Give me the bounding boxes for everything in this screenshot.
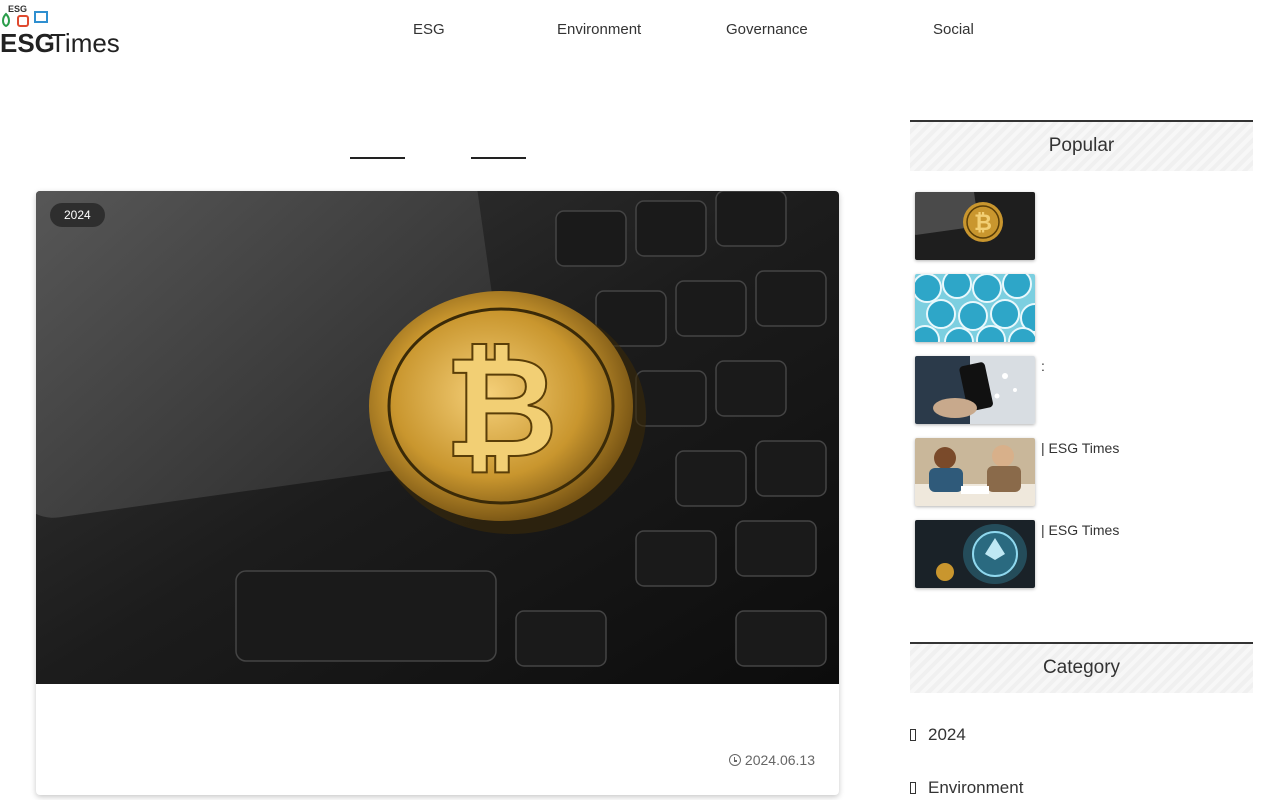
esg-logo-icon: ESG Times <box>0 11 120 56</box>
section-heading <box>350 146 526 168</box>
article-date-text: 2024.06.13 <box>744 752 815 768</box>
popular-thumbnail: ₿ <box>915 192 1035 260</box>
folder-icon <box>910 729 916 741</box>
heading-divider-right <box>471 157 526 159</box>
popular-thumbnail <box>915 520 1035 588</box>
popular-item[interactable] <box>915 274 1253 342</box>
logo-esg-text: ESG <box>0 28 55 56</box>
category-item-environment[interactable]: Environment <box>910 778 1023 798</box>
popular-item[interactable]: ₿ <box>915 192 1253 260</box>
svg-text:₿: ₿ <box>444 327 558 490</box>
clock-icon <box>728 754 741 766</box>
logo-times-text: Times <box>50 28 120 56</box>
category-widget-heading: Category <box>910 642 1253 693</box>
popular-thumbnail <box>915 438 1035 506</box>
category-item-label: Environment <box>928 778 1024 797</box>
site-logo[interactable]: ESG Times <box>0 8 130 56</box>
nav-item-governance[interactable]: Governance <box>726 18 808 42</box>
popular-item-title[interactable]: : <box>1041 356 1253 377</box>
popular-item[interactable]: | ESG Times <box>915 520 1253 588</box>
popular-item-title[interactable]: | ESG Times <box>1041 438 1253 459</box>
category-item-label: 2024 <box>928 725 966 744</box>
popular-widget-heading: Popular <box>910 120 1253 171</box>
featured-article-card[interactable]: ₿ 2024 2024.06.13 <box>36 191 839 795</box>
nav-item-esg[interactable]: ESG <box>413 18 445 42</box>
article-date: 2024.06.13 <box>728 752 815 768</box>
category-item-2024[interactable]: 2024 <box>910 725 966 745</box>
popular-item-title[interactable]: | ESG Times <box>1041 520 1253 541</box>
folder-icon <box>910 782 916 794</box>
popular-thumbnail <box>915 274 1035 342</box>
svg-text:₿: ₿ <box>974 211 992 236</box>
nav-item-social[interactable]: Social <box>933 18 974 42</box>
heading-divider-left <box>350 157 405 159</box>
popular-thumbnail <box>915 356 1035 424</box>
article-category-badge[interactable]: 2024 <box>50 203 105 227</box>
bitcoin-keyboard-image: ₿ <box>36 191 839 684</box>
popular-item[interactable]: : <box>915 356 1253 424</box>
popular-item[interactable]: | ESG Times <box>915 438 1253 506</box>
nav-item-environment[interactable]: Environment <box>557 18 641 42</box>
